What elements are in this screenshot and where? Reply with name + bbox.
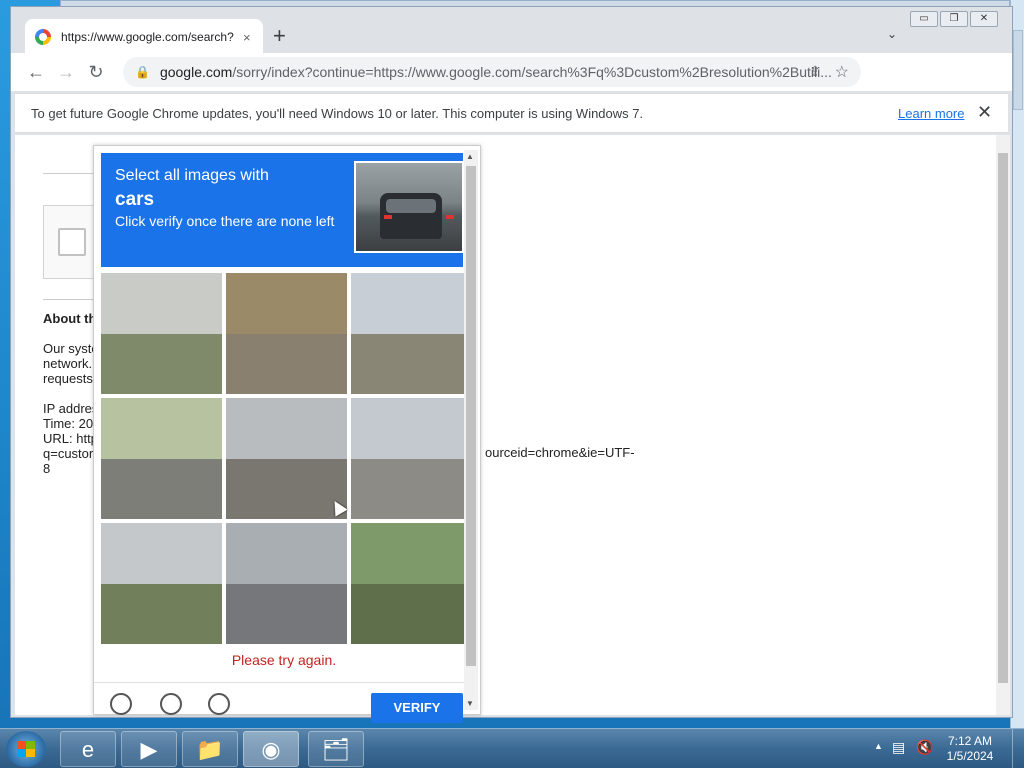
tile-sky xyxy=(226,273,347,334)
tab-search-icon[interactable]: ⌄ xyxy=(887,27,897,41)
network-icon[interactable]: ▤ xyxy=(892,739,905,756)
tile-ground xyxy=(101,458,222,519)
sample-image xyxy=(354,161,464,253)
toolbar: ← → ↻ 🔒 google.com /sorry/index?continue… xyxy=(11,53,1012,127)
volume-muted-icon[interactable]: 🔇 xyxy=(916,739,933,756)
error-message: Please try again. xyxy=(231,652,337,668)
forward-button[interactable]: → xyxy=(51,62,81,83)
audio-challenge-icon[interactable] xyxy=(160,693,182,715)
share-icon[interactable]: ⇪ xyxy=(809,63,821,80)
challenge-header: Select all images with cars Click verify… xyxy=(101,153,464,267)
reload-button[interactable]: ↻ xyxy=(81,62,111,83)
captcha-tile-palm-tree[interactable] xyxy=(226,398,347,519)
reload-challenge-icon[interactable] xyxy=(110,693,132,715)
challenge-footer: VERIFY xyxy=(94,682,470,723)
tile-sky xyxy=(101,273,222,334)
car-shape xyxy=(380,193,454,239)
tile-ground xyxy=(101,583,222,644)
scrollbar-thumb[interactable] xyxy=(998,153,1008,683)
infobar-message: To get future Google Chrome updates, you… xyxy=(31,106,644,121)
tile-ground xyxy=(351,333,472,394)
tile-sky xyxy=(351,398,472,459)
address-bar[interactable]: 🔒 google.com /sorry/index?continue=https… xyxy=(123,57,861,87)
restore-button[interactable]: ❐ xyxy=(940,11,968,27)
tray-expand-icon[interactable]: ▲ xyxy=(874,741,883,751)
scroll-up-icon[interactable]: ▲ xyxy=(466,152,474,161)
background-scrollbar xyxy=(1013,30,1023,110)
new-tab-button[interactable]: + xyxy=(273,25,286,47)
clock-time: 7:12 AM xyxy=(947,734,993,748)
verify-button[interactable]: VERIFY xyxy=(371,693,463,723)
recaptcha-challenge: Select all images with cars Click verify… xyxy=(93,145,481,723)
captcha-tile-highway-ramp[interactable] xyxy=(351,273,472,394)
url-host: google.com xyxy=(159,64,233,80)
challenge-target: cars xyxy=(115,189,155,210)
minimize-button[interactable]: ▭ xyxy=(910,11,938,27)
url-path: /sorry/index?continue=https://www.google… xyxy=(232,64,832,80)
browser-tab[interactable]: https://www.google.com/search? × xyxy=(25,19,263,55)
url-tail-text: ourceid=chrome&ie=UTF- xyxy=(485,445,635,460)
recaptcha-checkbox[interactable] xyxy=(58,228,86,256)
tile-sky xyxy=(351,273,472,334)
captcha-tile-traffic-light[interactable] xyxy=(351,523,472,644)
about-heading: About th xyxy=(43,311,97,326)
window-controls: ▭ ❐ ✕ xyxy=(910,11,998,27)
tile-ground xyxy=(351,583,472,644)
captcha-tile-road-guardrail[interactable] xyxy=(226,273,347,394)
bookmark-star-icon[interactable]: ☆ xyxy=(835,62,849,82)
tile-sky xyxy=(101,398,222,459)
tile-ground xyxy=(226,458,347,519)
lock-icon[interactable]: 🔒 xyxy=(135,65,150,79)
app-taskbar-icon[interactable]: 🗂 xyxy=(308,731,364,767)
tile-sky xyxy=(351,523,472,584)
captcha-tile-tree-street[interactable] xyxy=(101,398,222,519)
tile-ground xyxy=(226,333,347,394)
page-scrollbar[interactable] xyxy=(996,135,1010,715)
tile-sky xyxy=(101,523,222,584)
clock[interactable]: 7:12 AM 1/5/2024 xyxy=(942,734,998,764)
challenge-subtext: Click verify once there are none left xyxy=(115,213,335,229)
chrome-taskbar-icon[interactable]: ◉ xyxy=(243,731,299,767)
file-explorer-icon[interactable]: 📁 xyxy=(182,731,238,767)
tab-title: https://www.google.com/search? xyxy=(61,30,234,44)
captcha-tile-intersection[interactable] xyxy=(351,398,472,519)
media-player-icon[interactable]: ▶ xyxy=(121,731,177,767)
info-icon[interactable] xyxy=(208,693,230,715)
scrollbar-thumb[interactable] xyxy=(466,166,476,666)
google-favicon-icon xyxy=(35,29,51,45)
system-tray: ▲ ▤ 🔇 7:12 AM 1/5/2024 xyxy=(864,729,1024,768)
captcha-tile-trees-road[interactable] xyxy=(101,523,222,644)
scroll-down-icon[interactable]: ▼ xyxy=(466,699,474,708)
challenge-scrollbar[interactable]: ▲ ▼ xyxy=(464,150,478,710)
tile-ground xyxy=(101,333,222,394)
captcha-tile-traffic-cars[interactable] xyxy=(226,523,347,644)
back-button[interactable]: ← xyxy=(21,62,51,83)
taskbar: e ▶ 📁 ◉ 🗂 ▲ ▤ 🔇 7:12 AM 1/5/2024 xyxy=(0,728,1024,768)
start-button[interactable] xyxy=(6,731,46,767)
update-infobar: To get future Google Chrome updates, you… xyxy=(15,93,1008,133)
tab-close-icon[interactable]: × xyxy=(243,30,251,45)
tile-ground xyxy=(351,458,472,519)
tile-sky xyxy=(226,398,347,459)
windows-logo-icon xyxy=(17,741,35,757)
internet-explorer-icon[interactable]: e xyxy=(60,731,116,767)
infobar-close-icon[interactable]: ✕ xyxy=(977,102,992,123)
learn-more-link[interactable]: Learn more xyxy=(898,106,964,121)
clock-date: 1/5/2024 xyxy=(946,749,994,763)
captcha-tile-palm-street[interactable] xyxy=(101,273,222,394)
tile-ground xyxy=(226,583,347,644)
close-window-button[interactable]: ✕ xyxy=(970,11,998,27)
tile-sky xyxy=(226,523,347,584)
show-desktop-button[interactable] xyxy=(1012,729,1024,768)
title-bar: https://www.google.com/search? × + ⌄ ▭ ❐… xyxy=(11,7,1012,55)
challenge-instruction: Select all images with xyxy=(115,167,269,184)
image-grid xyxy=(101,273,472,645)
